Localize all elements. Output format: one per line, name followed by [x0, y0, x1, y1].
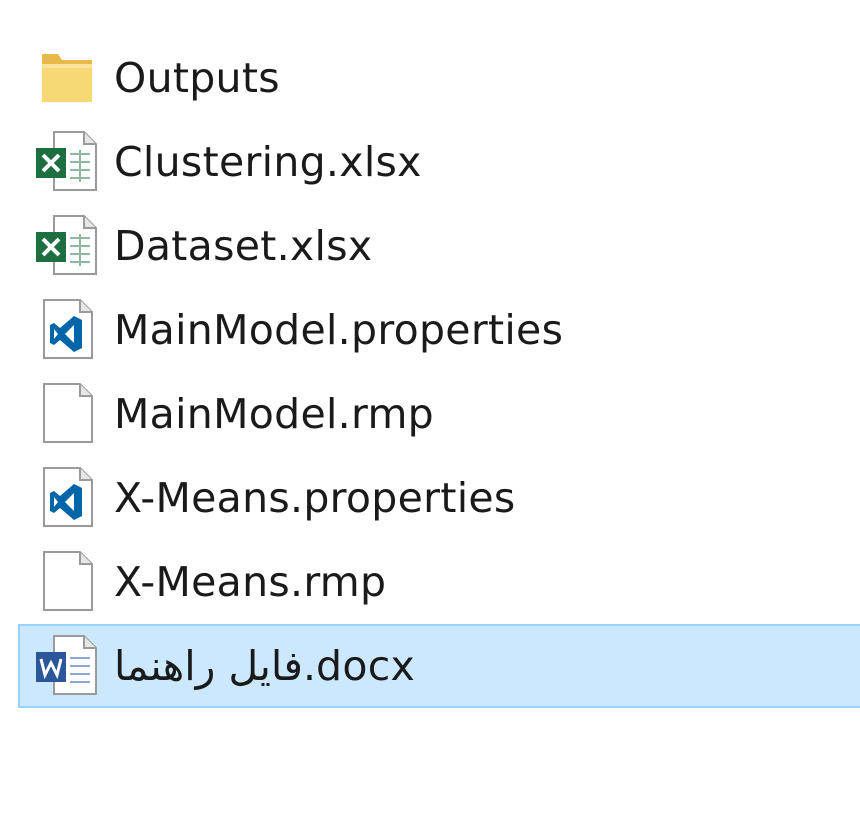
file-name: X-Means.rmp	[114, 558, 387, 606]
file-item-dataset-xlsx[interactable]: Dataset.xlsx	[18, 204, 860, 288]
file-name: Dataset.xlsx	[114, 222, 373, 270]
blank-file-icon	[34, 380, 100, 446]
vscode-file-icon	[34, 296, 100, 362]
blank-file-icon	[34, 548, 100, 614]
excel-icon	[34, 212, 100, 278]
folder-icon	[34, 44, 100, 110]
file-name: MainModel.properties	[114, 306, 564, 354]
file-item-guide-docx[interactable]: فایل راهنما.docx	[18, 624, 860, 708]
word-icon	[34, 632, 100, 698]
file-name: MainModel.rmp	[114, 390, 435, 438]
file-item-xmeans-properties[interactable]: X-Means.properties	[18, 456, 860, 540]
file-item-xmeans-rmp[interactable]: X-Means.rmp	[18, 540, 860, 624]
file-name: فایل راهنما.docx	[114, 642, 416, 690]
file-name: X-Means.properties	[114, 474, 516, 522]
vscode-file-icon	[34, 464, 100, 530]
file-list: Outputs Clustering.xlsx Dataset.xlsx Mai…	[0, 36, 860, 708]
file-item-mainmodel-rmp[interactable]: MainModel.rmp	[18, 372, 860, 456]
excel-icon	[34, 128, 100, 194]
file-name: Clustering.xlsx	[114, 138, 422, 186]
file-item-outputs[interactable]: Outputs	[18, 36, 860, 120]
file-item-clustering-xlsx[interactable]: Clustering.xlsx	[18, 120, 860, 204]
file-name: Outputs	[114, 54, 280, 102]
file-item-mainmodel-properties[interactable]: MainModel.properties	[18, 288, 860, 372]
